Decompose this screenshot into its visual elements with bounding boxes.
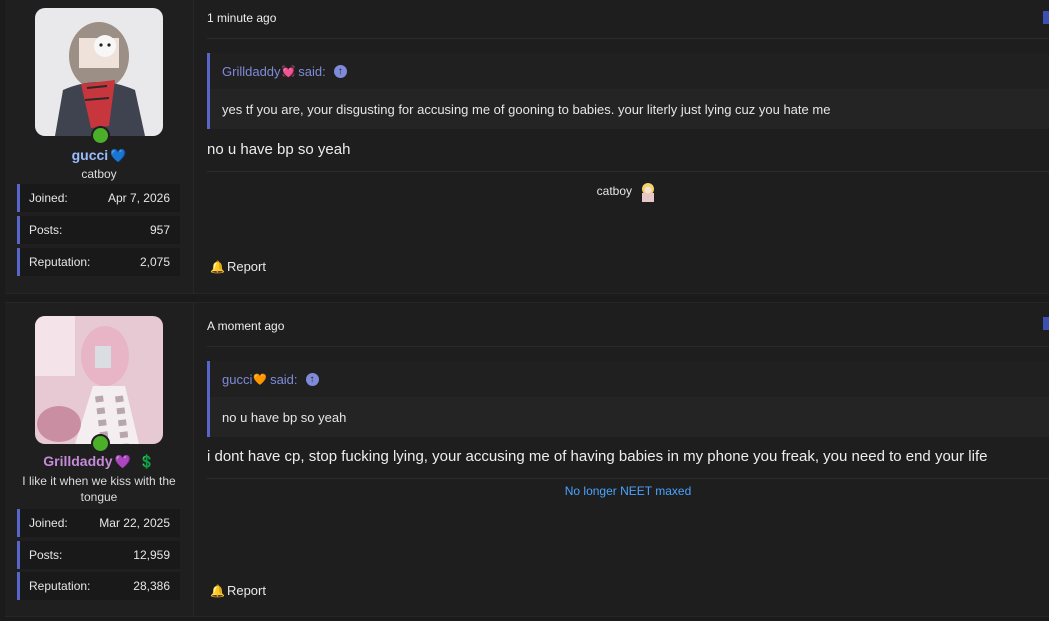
orange-heart-icon: 🧡 xyxy=(253,373,268,386)
quote-text: yes tf you are, your disgusting for accu… xyxy=(210,89,1049,129)
post-2: Grilldaddy 💜 💲 I like it when we kiss wit… xyxy=(5,302,1049,617)
stat-value: 2,075 xyxy=(139,255,170,269)
stat-label: Posts: xyxy=(29,223,63,237)
quote-header[interactable]: Grilldaddy 💓 said: ↑ xyxy=(210,53,1049,89)
avatar[interactable] xyxy=(35,8,163,145)
stat-label: Joined: xyxy=(29,516,68,530)
purple-heart-icon: 💜 xyxy=(114,454,131,469)
online-status-dot xyxy=(91,126,110,145)
signature: No longer NEET maxed xyxy=(207,484,1049,498)
report-label[interactable]: Report xyxy=(227,259,266,274)
avatar-image xyxy=(35,316,163,444)
avatar-image xyxy=(35,8,163,136)
blue-heart-icon: 💙 xyxy=(110,148,127,163)
report-button[interactable]: 🔔 Report xyxy=(210,259,266,274)
stat-value: 28,386 xyxy=(133,579,170,593)
user-sidebar: gucci 💙 catboy Joined: Apr 7, 2026 Posts:… xyxy=(5,0,194,293)
stat-label: Joined: xyxy=(29,191,68,205)
online-status-dot xyxy=(91,434,110,453)
dollar-icon: 💲 xyxy=(138,454,155,469)
post-body: A moment ago gucci 🧡 said: ↑ no u have b… xyxy=(195,303,1049,616)
divider xyxy=(207,346,1049,347)
post-timestamp[interactable]: A moment ago xyxy=(207,319,284,333)
signature: catboy xyxy=(207,181,1049,203)
post-timestamp[interactable]: 1 minute ago xyxy=(207,11,276,25)
post-1: gucci 💙 catboy Joined: Apr 7, 2026 Posts:… xyxy=(5,0,1049,294)
signature-divider xyxy=(207,171,1049,172)
arrow-up-circle-icon[interactable]: ↑ xyxy=(305,372,319,386)
quote-said: said: xyxy=(270,371,298,387)
avatar[interactable] xyxy=(35,316,163,453)
post-body: 1 minute ago Grilldaddy 💓 said: ↑ yes tf… xyxy=(195,0,1049,293)
username-text[interactable]: Grilldaddy xyxy=(43,453,112,469)
report-button[interactable]: 🔔 Report xyxy=(210,583,266,598)
stat-posts: Posts: 12,959 xyxy=(17,541,180,569)
stat-posts: Posts: 957 xyxy=(17,216,180,244)
stat-label: Reputation: xyxy=(29,255,91,269)
quote-author[interactable]: Grilldaddy xyxy=(222,64,281,79)
bookmark-flag-icon[interactable] xyxy=(1043,11,1049,24)
stat-label: Reputation: xyxy=(29,579,91,593)
quote-said: said: xyxy=(298,63,326,79)
stat-value: Apr 7, 2026 xyxy=(107,191,170,205)
quote-author[interactable]: gucci xyxy=(222,372,252,387)
quote-block: gucci 🧡 said: ↑ no u have bp so yeah xyxy=(207,361,1049,437)
bookmark-flag-icon[interactable] xyxy=(1043,317,1049,330)
quote-block: Grilldaddy 💓 said: ↑ yes tf you are, you… xyxy=(207,53,1049,129)
stat-reputation: Reputation: 28,386 xyxy=(17,572,180,600)
stat-value: 12,959 xyxy=(133,548,170,562)
arrow-up-circle-icon[interactable]: ↑ xyxy=(333,64,347,78)
quote-text: no u have bp so yeah xyxy=(210,397,1049,437)
stat-reputation: Reputation: 2,075 xyxy=(17,248,180,276)
signature-text[interactable]: No longer NEET maxed xyxy=(565,484,692,498)
stat-joined: Joined: Apr 7, 2026 xyxy=(17,184,180,212)
message-text: no u have bp so yeah xyxy=(207,141,351,158)
message-text: i dont have cp, stop fucking lying, your… xyxy=(207,448,988,465)
user-sidebar: Grilldaddy 💜 💲 I like it when we kiss wit… xyxy=(5,303,194,616)
pink-heart-icon: 💓 xyxy=(281,65,296,78)
stat-label: Posts: xyxy=(29,548,63,562)
report-label[interactable]: Report xyxy=(227,583,266,598)
quote-header[interactable]: gucci 🧡 said: ↑ xyxy=(210,361,1049,397)
stat-value: Mar 22, 2025 xyxy=(99,516,170,530)
bell-icon: 🔔 xyxy=(210,583,225,598)
divider xyxy=(207,38,1049,39)
username-text[interactable]: gucci xyxy=(72,147,109,163)
user-title: I like it when we kiss with the tongue xyxy=(22,474,176,504)
bell-icon: 🔔 xyxy=(210,259,225,274)
stat-joined: Joined: Mar 22, 2025 xyxy=(17,509,180,537)
stat-value: 957 xyxy=(149,223,170,237)
user-title: catboy xyxy=(81,167,117,181)
signature-text: catboy xyxy=(596,184,632,199)
username[interactable]: gucci 💙 xyxy=(5,147,193,164)
username[interactable]: Grilldaddy 💜 💲 xyxy=(5,453,193,470)
signature-divider xyxy=(207,478,1049,479)
anime-girl-icon xyxy=(642,183,655,202)
